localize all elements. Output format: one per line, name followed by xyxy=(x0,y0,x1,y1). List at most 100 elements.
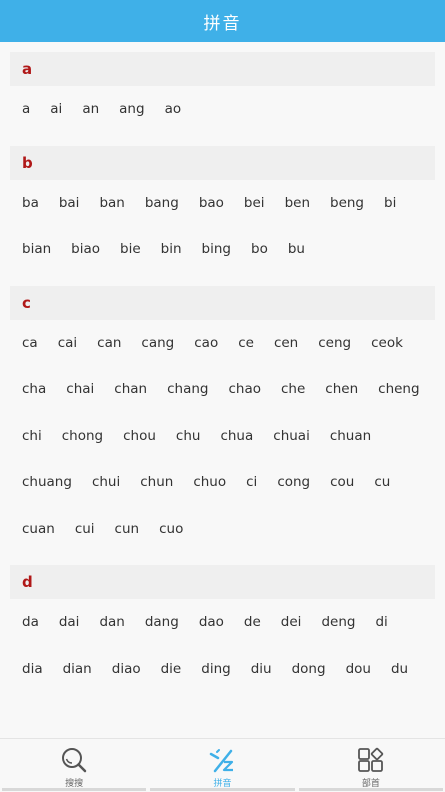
syllable-row: cha chai chan chang chao che chen cheng xyxy=(22,366,435,413)
syllable-item[interactable]: biao xyxy=(71,241,100,257)
syllable-item[interactable]: cuo xyxy=(159,521,183,537)
syllable-item[interactable]: chuai xyxy=(273,428,310,444)
syllable-item[interactable]: chang xyxy=(167,381,208,397)
syllable-item[interactable]: dian xyxy=(63,661,92,677)
syllable-item[interactable]: chui xyxy=(92,474,120,490)
syllable-row: cuan cui cun cuo xyxy=(22,506,435,553)
tab-search[interactable]: 搜搜 xyxy=(0,739,148,792)
pinyin-section-b: b ba bai ban bang bao bei ben beng bi bian biao bie b… xyxy=(10,145,435,273)
syllable-item[interactable]: cen xyxy=(274,335,298,351)
syllable-item[interactable]: chuang xyxy=(22,474,72,490)
syllable-item[interactable]: bang xyxy=(145,195,179,211)
syllable-row: dia dian diao die ding diu dong dou du xyxy=(22,646,435,693)
syllable-item[interactable]: ceng xyxy=(318,335,351,351)
syllable-item[interactable]: ben xyxy=(285,195,310,211)
syllable-item[interactable]: dai xyxy=(59,614,80,630)
section-header: b xyxy=(10,145,435,180)
tab-divider xyxy=(298,788,443,791)
bottom-tab-bar: 搜搜 拼音 部首 xyxy=(0,738,445,792)
syllable-item[interactable]: chai xyxy=(66,381,94,397)
syllable-item[interactable]: cu xyxy=(374,474,390,490)
syllable-rows: ca cai can cang cao ce cen ceng ceok cha chai chan c… xyxy=(10,320,435,553)
syllable-item[interactable]: cui xyxy=(75,521,95,537)
syllable-item[interactable]: bao xyxy=(199,195,224,211)
section-header: c xyxy=(10,285,435,320)
syllable-item[interactable]: cuan xyxy=(22,521,55,537)
syllable-item[interactable]: ci xyxy=(246,474,257,490)
tab-divider xyxy=(150,788,295,791)
tab-radical[interactable]: 部首 xyxy=(297,739,445,792)
search-icon xyxy=(62,748,87,773)
syllable-item[interactable]: bing xyxy=(202,241,231,257)
syllable-item[interactable]: cang xyxy=(141,335,174,351)
syllable-item[interactable]: chong xyxy=(62,428,103,444)
syllable-item[interactable]: chuo xyxy=(193,474,226,490)
syllable-item[interactable]: cha xyxy=(22,381,46,397)
syllable-item[interactable]: bo xyxy=(251,241,268,257)
syllable-item[interactable]: dang xyxy=(145,614,179,630)
syllable-item[interactable]: dou xyxy=(346,661,371,677)
syllable-item[interactable]: can xyxy=(97,335,121,351)
syllable-item[interactable]: chan xyxy=(114,381,147,397)
syllable-item[interactable]: da xyxy=(22,614,39,630)
syllable-row: a ai an ang ao xyxy=(22,86,435,133)
syllable-item[interactable]: chou xyxy=(123,428,156,444)
syllable-item[interactable]: ding xyxy=(201,661,230,677)
syllable-item[interactable]: bu xyxy=(288,241,305,257)
syllable-item[interactable]: ai xyxy=(50,101,62,117)
syllable-row: bian biao bie bin bing bo bu xyxy=(22,226,435,273)
syllable-item[interactable]: chuan xyxy=(330,428,371,444)
syllable-item[interactable]: bi xyxy=(384,195,396,211)
syllable-item[interactable]: ang xyxy=(119,101,144,117)
pinyin-section-d: d da dai dan dang dao de dei deng di dia dian diao di… xyxy=(10,565,435,692)
syllable-item[interactable]: dong xyxy=(292,661,326,677)
syllable-item[interactable]: cou xyxy=(330,474,354,490)
syllable-item[interactable]: diao xyxy=(112,661,141,677)
syllable-item[interactable]: ban xyxy=(99,195,124,211)
syllable-item[interactable]: die xyxy=(161,661,182,677)
syllable-item[interactable]: cao xyxy=(194,335,218,351)
syllable-item[interactable]: che xyxy=(281,381,305,397)
syllable-item[interactable]: chua xyxy=(220,428,253,444)
syllable-item[interactable]: ca xyxy=(22,335,38,351)
section-header: d xyxy=(10,565,435,599)
syllable-row: chi chong chou chu chua chuai chuan xyxy=(22,413,435,460)
syllable-row: chuang chui chun chuo ci cong cou cu xyxy=(22,459,435,506)
tab-pinyin[interactable]: 拼音 xyxy=(148,739,296,792)
syllable-item[interactable]: chao xyxy=(228,381,261,397)
syllable-item[interactable]: a xyxy=(22,101,30,117)
syllable-item[interactable]: ba xyxy=(22,195,39,211)
tab-divider xyxy=(2,788,147,791)
syllable-item[interactable]: bian xyxy=(22,241,51,257)
syllable-item[interactable]: bie xyxy=(120,241,141,257)
syllable-item[interactable]: cai xyxy=(58,335,77,351)
syllable-item[interactable]: ao xyxy=(165,101,182,117)
syllable-item[interactable]: an xyxy=(82,101,99,117)
syllable-item[interactable]: bai xyxy=(59,195,80,211)
syllable-item[interactable]: beng xyxy=(330,195,364,211)
syllable-item[interactable]: chun xyxy=(140,474,173,490)
pinyin-icon xyxy=(210,749,234,773)
syllable-item[interactable]: dan xyxy=(99,614,124,630)
syllable-item[interactable]: diu xyxy=(251,661,272,677)
syllable-item[interactable]: chen xyxy=(325,381,358,397)
syllable-item[interactable]: cong xyxy=(277,474,310,490)
syllable-item[interactable]: dao xyxy=(199,614,224,630)
syllable-item[interactable]: dia xyxy=(22,661,43,677)
syllable-item[interactable]: bei xyxy=(244,195,265,211)
syllable-item[interactable]: bin xyxy=(161,241,182,257)
syllable-item[interactable]: ce xyxy=(238,335,254,351)
syllable-item[interactable]: cheng xyxy=(378,381,419,397)
syllable-item[interactable]: deng xyxy=(321,614,355,630)
syllable-item[interactable]: chu xyxy=(176,428,201,444)
syllable-item[interactable]: chi xyxy=(22,428,42,444)
syllable-item[interactable]: dei xyxy=(281,614,302,630)
syllable-row: ba bai ban bang bao bei ben beng bi xyxy=(22,180,435,227)
syllable-item[interactable]: du xyxy=(391,661,408,677)
syllable-item[interactable]: di xyxy=(375,614,387,630)
app-header: 拼音 xyxy=(0,0,445,42)
syllable-item[interactable]: ceok xyxy=(371,335,403,351)
pinyin-list[interactable]: a a ai an ang ao b ba bai ban bang bao bei ben beng bi b… xyxy=(0,42,445,738)
syllable-item[interactable]: de xyxy=(244,614,261,630)
syllable-item[interactable]: cun xyxy=(115,521,140,537)
